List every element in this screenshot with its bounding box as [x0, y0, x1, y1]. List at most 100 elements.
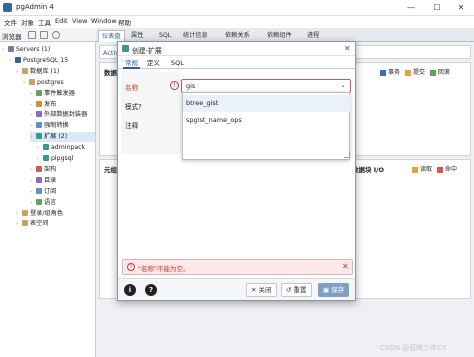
tree-item-label: 登录/组角色 [30, 209, 64, 217]
tree-item[interactable]: › 数据库 (1) [16, 67, 95, 77]
tree-node-icon [22, 220, 28, 227]
panel-title: 数据 [104, 69, 117, 77]
help-icon[interactable]: ? [145, 284, 157, 296]
tree-item[interactable]: › 强制转换 [30, 121, 95, 131]
tree-item[interactable]: › 表空间 [16, 219, 95, 229]
reset-button[interactable]: ↺ 重置 [281, 283, 312, 297]
tab-definition[interactable]: 定义 [145, 58, 162, 69]
title-bar: pgAdmin 4 — ☐ ✕ [0, 0, 474, 16]
tree-item-label: plpgsql [51, 155, 74, 162]
browser-label: 浏览器 [2, 33, 22, 41]
table-icon[interactable] [28, 31, 36, 39]
tree-item[interactable]: › 目录 [30, 176, 95, 186]
tree-node-icon [22, 67, 28, 74]
search-icon[interactable] [52, 31, 60, 39]
reset-button-label: 重置 [293, 286, 307, 294]
name-dropdown-list: btree_gist spgist_name_ops [182, 92, 350, 160]
save-button[interactable]: ▣ 保存 [318, 283, 350, 297]
tree-item-label: adminpack [51, 144, 86, 152]
tab-dialog-sql[interactable]: SQL [169, 58, 186, 69]
maximize-button[interactable]: ☐ [424, 1, 450, 15]
close-button[interactable]: ✕ 关闭 [246, 283, 277, 297]
main-tab-bar: 仪表盘 属性 SQL 统计信息 依赖关系 依赖组件 进程 [96, 28, 474, 42]
resize-handle[interactable] [344, 152, 350, 158]
info-icon[interactable]: i [124, 284, 136, 296]
dialog-tabs: 常规 定义 SQL [118, 56, 355, 69]
tree-item[interactable]: › 架构 [30, 165, 95, 175]
tree-node-icon [36, 89, 42, 96]
menu-help[interactable]: 帮助 [118, 17, 131, 27]
tree-item[interactable]: › 语言 [30, 198, 95, 208]
tree-item-label: PostgreSQL 15 [23, 56, 69, 64]
reset-icon: ↺ [286, 286, 294, 294]
error-message-bar: ! "名称"不能为空。 ✕ [122, 259, 353, 275]
close-icon[interactable]: ✕ [342, 262, 349, 271]
error-icon: ! [127, 263, 135, 271]
chevron-down-icon[interactable]: ⌄ [340, 81, 346, 89]
menu-object[interactable]: 对象 [21, 17, 34, 27]
dialog-header[interactable]: 创建-扩展 ✕ [118, 42, 355, 56]
close-window-button[interactable]: ✕ [448, 1, 474, 15]
tree-item-label: 扩展 (2) [44, 133, 68, 141]
tree-item[interactable]: › Servers (1) [2, 45, 95, 55]
tree-item[interactable]: › 订阅 [30, 187, 95, 197]
name-input-value: gis [186, 82, 196, 90]
legend-swatch [412, 166, 418, 173]
dialog-title: 创建-扩展 [132, 47, 162, 55]
menu-view[interactable]: View [72, 17, 87, 25]
close-button-label: 关闭 [258, 286, 272, 294]
extension-icon [122, 45, 129, 52]
tree-node-icon [15, 56, 21, 63]
tree-item[interactable]: › PostgreSQL 15 [9, 56, 95, 66]
tab-general[interactable]: 常规 [123, 58, 140, 69]
error-message: "名称"不能为空。 [138, 265, 190, 273]
menu-window[interactable]: Window [91, 17, 117, 25]
tree-item[interactable]: › plpgsql [37, 154, 95, 164]
menu-tools[interactable]: 工具 [38, 17, 51, 27]
dropdown-option[interactable]: spgist_name_ops [183, 112, 350, 129]
tree-node-icon [22, 209, 28, 216]
transactions-legend: 事务 提交 回滚 [380, 67, 450, 76]
tree-item[interactable]: › adminpack [37, 143, 95, 153]
tree-item[interactable]: › 外部数据封装器 [30, 110, 95, 120]
watermark: CSDN @蓝眸少年CY [380, 344, 447, 352]
legend-swatch [380, 69, 386, 76]
dialog-close-icon[interactable]: ✕ [344, 44, 351, 53]
create-extension-dialog: 创建-扩展 ✕ 常规 定义 SQL 名称 ! 模式? 注释 gis ⌄ btre… [117, 41, 356, 301]
pgadmin-app-icon [3, 3, 12, 12]
legend-swatch [404, 69, 411, 76]
block-io-legend: 读取 命中 [412, 164, 457, 173]
tree-item-label: 表空间 [30, 220, 49, 228]
legend-swatch [436, 166, 443, 173]
tree-item[interactable]: › 发布 [30, 100, 95, 110]
tree-item-label: 强制转换 [44, 122, 69, 130]
tree-item-label: 发布 [44, 100, 57, 108]
tree-item-label: postgres [37, 78, 64, 86]
tree-item[interactable]: › 登录/组角色 [16, 209, 95, 219]
panel-title: 数据块 I/O [352, 166, 385, 174]
tree-node-icon [43, 155, 49, 161]
legend-label: 读取 [420, 166, 433, 173]
tree-item-label: 外部数据封装器 [44, 111, 88, 119]
minimize-button[interactable]: — [398, 1, 424, 15]
tree-item-label: 语言 [44, 198, 57, 206]
error-icon: ! [170, 81, 179, 90]
tree-item[interactable]: › 扩展 (2) [30, 132, 95, 143]
dropdown-option[interactable]: btree_gist [183, 95, 350, 112]
tree-node-icon [36, 133, 42, 140]
legend-label: 提交 [412, 69, 425, 76]
legend-label: 回滚 [437, 69, 450, 76]
tree-item-label: 订阅 [44, 187, 57, 195]
tree-item-label: 事件触发器 [44, 89, 75, 97]
menu-file[interactable]: 文件 [4, 17, 17, 27]
name-input[interactable]: gis ⌄ [181, 79, 351, 93]
tree-node-icon [36, 198, 42, 205]
query-tool-icon[interactable] [40, 31, 48, 39]
legend-label: 命中 [444, 166, 457, 173]
tree-node-icon [36, 122, 42, 129]
tree-item[interactable]: › postgres [23, 78, 95, 88]
name-label: 名称 [125, 84, 139, 92]
tree-item[interactable]: › 事件触发器 [30, 89, 95, 99]
tree-item-label: 架构 [44, 165, 57, 173]
menu-edit[interactable]: Edit [55, 17, 68, 25]
